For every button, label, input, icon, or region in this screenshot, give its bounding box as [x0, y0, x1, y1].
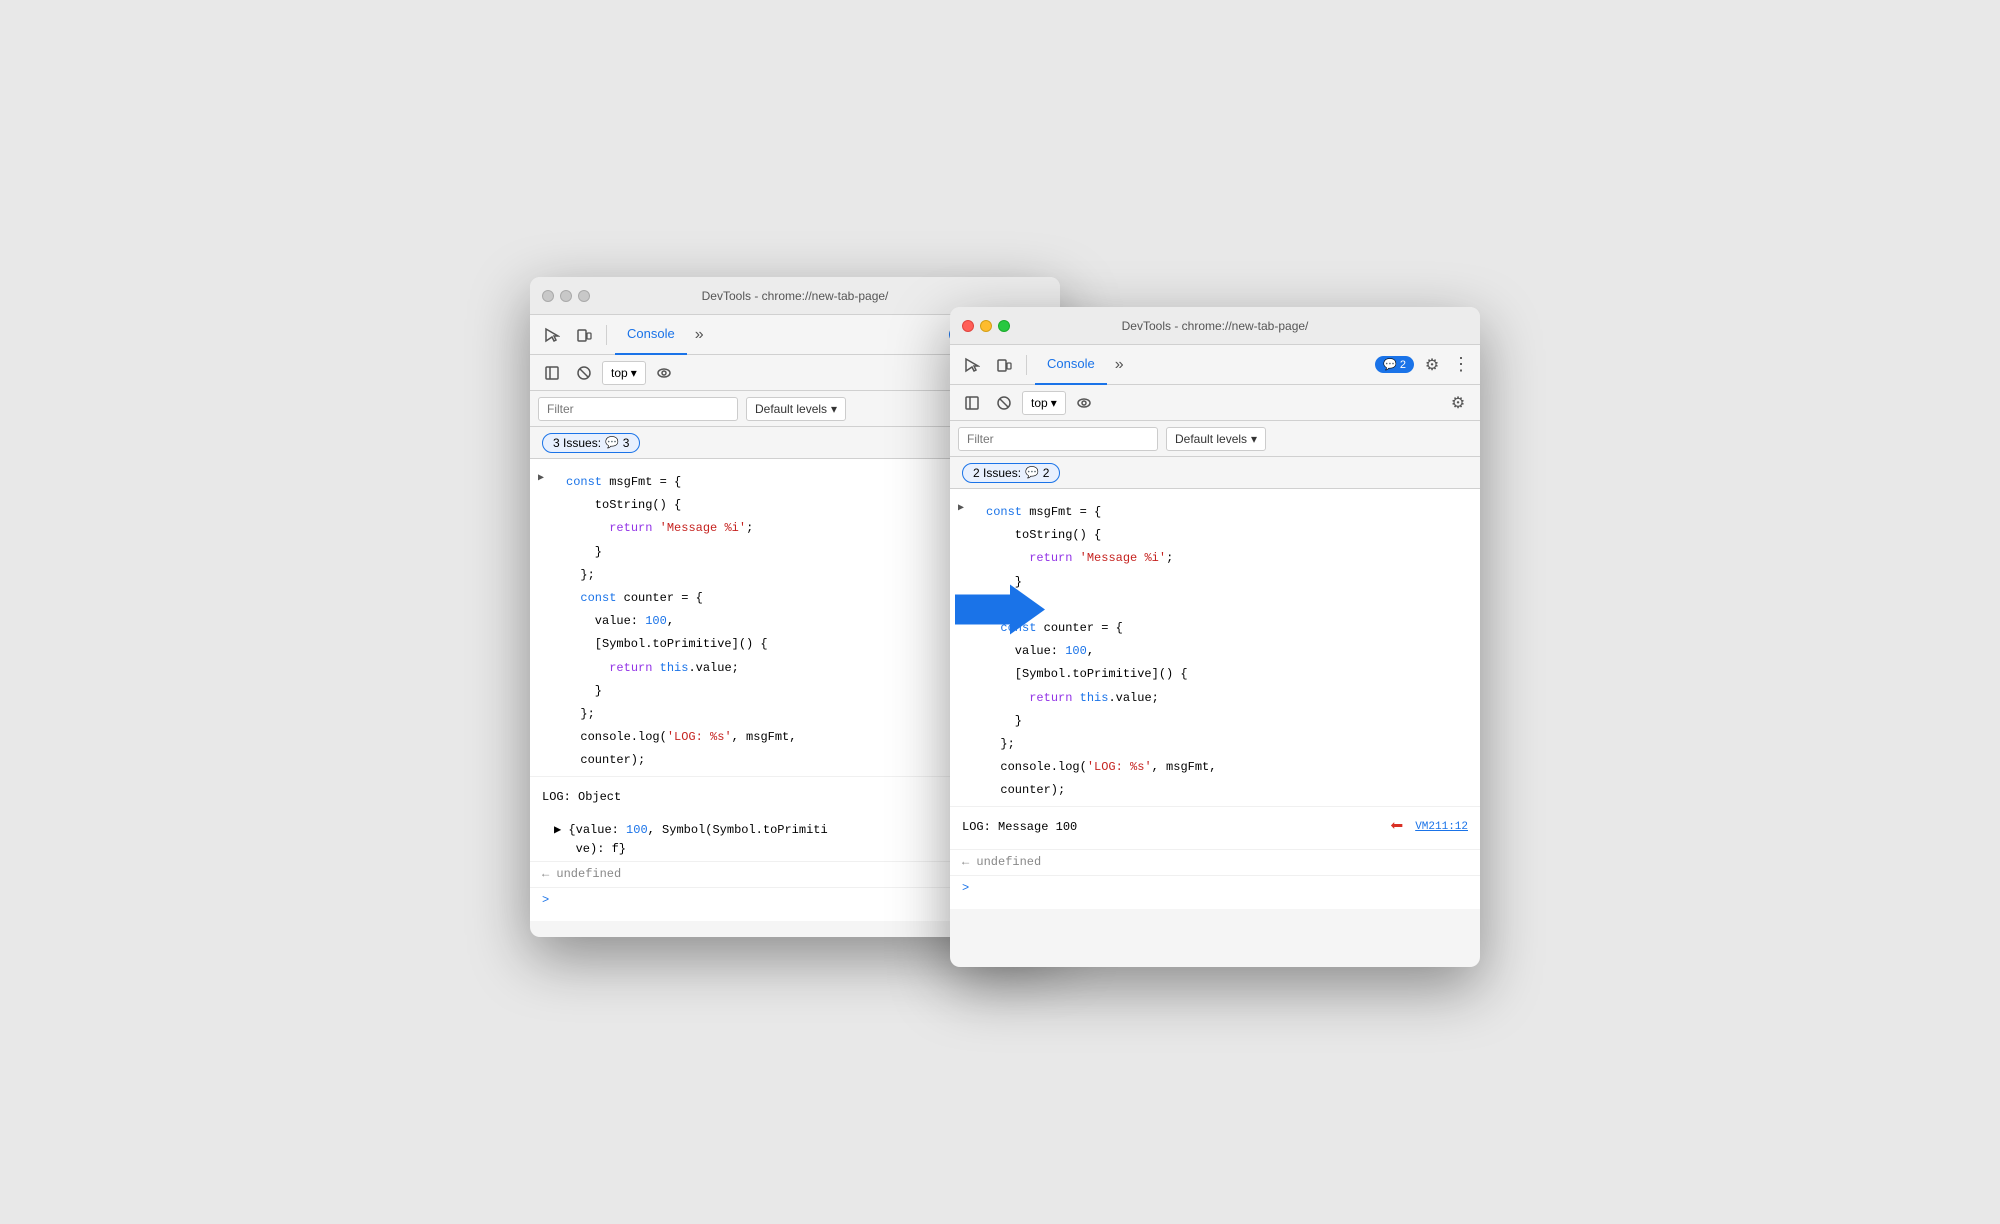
device-icon[interactable]	[570, 321, 598, 349]
traffic-light-fullscreen-left[interactable]	[578, 290, 590, 302]
code-line-2-right: toString() {	[974, 524, 1468, 547]
issue-chat-icon-left: 💬	[605, 436, 619, 449]
issues-count-badge-right[interactable]: 2 Issues: 💬 2	[962, 463, 1060, 483]
eye-icon-left[interactable]	[650, 359, 678, 387]
code-toggle-left[interactable]: ▶	[538, 471, 544, 487]
window-title-right: DevTools - chrome://new-tab-page/	[1122, 319, 1309, 333]
code-line-9-right: return this.value;	[974, 687, 1468, 710]
settings-icon-right[interactable]: ⚙	[1418, 351, 1446, 379]
traffic-light-minimize-right[interactable]	[980, 320, 992, 332]
log-source-right[interactable]: VM211:12	[1415, 819, 1468, 837]
sidebar-icon-right[interactable]	[958, 389, 986, 417]
log-line-right: LOG: Message 100 ⬅ VM211:12	[950, 806, 1480, 848]
more-tabs-left[interactable]: »	[691, 326, 708, 344]
code-line-5-right: };	[974, 594, 1468, 617]
more-tabs-right[interactable]: »	[1111, 356, 1128, 374]
eye-icon-right[interactable]	[1070, 389, 1098, 417]
filter-input-right[interactable]	[958, 427, 1158, 451]
code-line-10-right: }	[974, 710, 1468, 733]
main-toolbar-right: Console » 💬 2 ⚙ ⋮	[950, 345, 1480, 385]
code-line-13-right: counter);	[974, 779, 1468, 802]
title-bar-right: DevTools - chrome://new-tab-page/	[950, 307, 1480, 345]
log-text-right: LOG: Message 100	[962, 818, 1386, 837]
sidebar-icon-left[interactable]	[538, 359, 566, 387]
context-dropdown-left[interactable]: top ▾	[602, 361, 646, 385]
code-line-11-right: };	[974, 733, 1468, 756]
secondary-gear-right[interactable]: ⚙	[1444, 389, 1472, 417]
issues-count-badge-left[interactable]: 3 Issues: 💬 3	[542, 433, 640, 453]
issue-chat-icon-right: 💬	[1025, 466, 1039, 479]
code-toggle-right[interactable]: ▶	[958, 501, 964, 517]
toolbar-divider-1	[606, 325, 607, 345]
console-output-right: ▶ const msgFmt = { toString() { return '…	[950, 489, 1480, 909]
log-text-left: LOG: Object	[542, 788, 973, 807]
filter-bar-right: Default levels ▾	[950, 421, 1480, 457]
stop-icon-right[interactable]	[990, 389, 1018, 417]
blue-arrow-svg	[955, 580, 1045, 640]
code-block-right: ▶ const msgFmt = { toString() { return '…	[950, 497, 1480, 806]
code-line-3-right: return 'Message %i';	[974, 547, 1468, 570]
traffic-lights-right	[962, 320, 1010, 332]
three-dots-right[interactable]: ⋮	[1450, 354, 1472, 375]
traffic-light-fullscreen-right[interactable]	[998, 320, 1010, 332]
traffic-lights-left	[542, 290, 590, 302]
issues-badge-toolbar-right[interactable]: 💬 2	[1375, 356, 1414, 373]
window-title-left: DevTools - chrome://new-tab-page/	[702, 289, 889, 303]
inspect-icon-right[interactable]	[958, 351, 986, 379]
tab-console-left[interactable]: Console	[615, 315, 687, 355]
tab-console-right[interactable]: Console	[1035, 345, 1107, 385]
issues-bar-right: 2 Issues: 💬 2	[950, 457, 1480, 489]
undefined-line-right: ← undefined	[950, 849, 1480, 875]
scene: DevTools - chrome://new-tab-page/ Consol…	[500, 237, 1500, 987]
code-line-7-right: value: 100,	[974, 640, 1468, 663]
traffic-light-close-left[interactable]	[542, 290, 554, 302]
code-line-6-right: const counter = {	[974, 617, 1468, 640]
red-arrow-right: ⬅	[1390, 810, 1403, 845]
expand-toggle-left[interactable]: ▶	[554, 823, 561, 837]
traffic-light-close-right[interactable]	[962, 320, 974, 332]
code-line-4-right: }	[974, 571, 1468, 594]
blue-arrow-container	[955, 580, 1045, 645]
default-levels-left[interactable]: Default levels ▾	[746, 397, 846, 421]
default-levels-right[interactable]: Default levels ▾	[1166, 427, 1266, 451]
code-line-8-right: [Symbol.toPrimitive]() {	[974, 663, 1468, 686]
code-line-1-right: const msgFmt = {	[974, 501, 1468, 524]
context-dropdown-right[interactable]: top ▾	[1022, 391, 1066, 415]
code-line-12-right: console.log('LOG: %s', msgFmt,	[974, 756, 1468, 779]
issue-icon-toolbar-right: 💬	[1383, 358, 1397, 371]
device-icon-right[interactable]	[990, 351, 1018, 379]
console-body-right: ▶ const msgFmt = { toString() { return '…	[950, 489, 1480, 909]
stop-icon-left[interactable]	[570, 359, 598, 387]
traffic-light-minimize-left[interactable]	[560, 290, 572, 302]
filter-input-left[interactable]	[538, 397, 738, 421]
prompt-line-right[interactable]: >	[950, 875, 1480, 901]
toolbar-divider-right	[1026, 355, 1027, 375]
secondary-toolbar-right: top ▾ ⚙	[950, 385, 1480, 421]
inspect-icon[interactable]	[538, 321, 566, 349]
